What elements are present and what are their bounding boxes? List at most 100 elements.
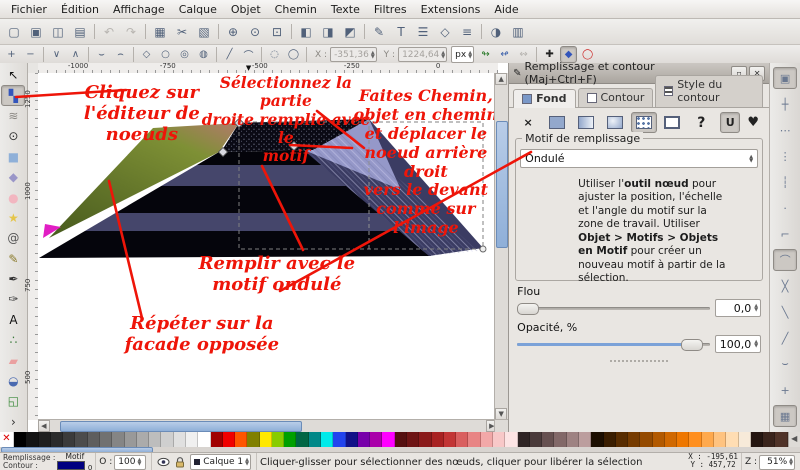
draw-dialog-icon[interactable]: ✎	[369, 22, 389, 42]
connector-tool[interactable]: ◱	[1, 391, 25, 411]
delete-segment-icon[interactable]: ⌢	[112, 46, 129, 63]
palette-swatch[interactable]	[272, 432, 284, 447]
palette-swatch[interactable]	[223, 432, 235, 447]
selector-tool[interactable]: ↖	[1, 65, 25, 85]
snap-toggle-icon[interactable]: ▣	[773, 67, 797, 89]
text-dialog-icon[interactable]: T	[391, 22, 411, 42]
palette-swatch[interactable]	[75, 432, 87, 447]
palette-swatch[interactable]	[505, 432, 517, 447]
layers-dialog-icon[interactable]: ☰	[413, 22, 433, 42]
blur-slider[interactable]	[517, 302, 710, 314]
palette-swatch[interactable]	[370, 432, 382, 447]
palette-swatch[interactable]	[726, 432, 738, 447]
palette-swatch[interactable]	[125, 432, 137, 447]
palette-swatch[interactable]	[260, 432, 272, 447]
fill-stroke-indicator[interactable]: Remplissage : Contour : Motif 0	[0, 453, 96, 470]
palette-swatch[interactable]	[346, 432, 358, 447]
palette-scroll-left-icon[interactable]: ◀	[788, 432, 800, 447]
palette-swatch[interactable]	[456, 432, 468, 447]
palette-swatch[interactable]	[628, 432, 640, 447]
new-document-icon[interactable]: ▢	[4, 22, 24, 42]
ellipse-tool[interactable]: ●	[1, 187, 25, 207]
vertical-scrollbar[interactable]: ▲ ▼	[494, 73, 508, 420]
align-dialog-icon[interactable]: ≡	[457, 22, 477, 42]
palette-swatch[interactable]	[333, 432, 345, 447]
toolbox-overflow[interactable]: ›	[1, 412, 25, 432]
opacity-slider-knob[interactable]	[681, 339, 703, 351]
palette-swatch[interactable]	[677, 432, 689, 447]
symmetric-node-icon[interactable]: ◎	[176, 46, 193, 63]
xml-editor-icon[interactable]: ◇	[435, 22, 455, 42]
opacity-spinbox[interactable]: 100,0 ▲▼	[715, 335, 761, 353]
palette-swatch[interactable]	[247, 432, 259, 447]
palette-swatch[interactable]	[542, 432, 554, 447]
tab-contour[interactable]: Contour	[578, 88, 654, 107]
snap-cusp-nodes-icon[interactable]: ╲	[773, 301, 797, 323]
palette-swatch[interactable]	[653, 432, 665, 447]
palette-swatch[interactable]	[775, 432, 787, 447]
palette-swatch[interactable]	[284, 432, 296, 447]
horizontal-scrollbar[interactable]: ◀ ▶	[38, 419, 498, 432]
palette-swatch[interactable]	[14, 432, 26, 447]
no-paint-button[interactable]: ×	[515, 112, 541, 133]
clone-icon[interactable]: ◨	[318, 22, 338, 42]
layer-selector[interactable]: Calque 1 ▲▼	[190, 454, 251, 470]
palette-swatch[interactable]	[751, 432, 763, 447]
fill-indicator-value[interactable]: Motif	[57, 453, 92, 461]
paste-icon[interactable]: ▧	[194, 22, 214, 42]
palette-swatch[interactable]	[567, 432, 579, 447]
palette-swatch[interactable]	[211, 432, 223, 447]
menu-affichage[interactable]: Affichage	[106, 1, 172, 17]
blur-spinbox[interactable]: 0,0 ▲▼	[715, 299, 761, 317]
palette-swatch[interactable]	[63, 432, 75, 447]
menu-chemin[interactable]: Chemin	[268, 1, 324, 17]
unknown-paint-button[interactable]: ?	[688, 112, 714, 133]
zoom-drawing-icon[interactable]: ⊙	[245, 22, 265, 42]
palette-swatch[interactable]	[51, 432, 63, 447]
smooth-node-icon[interactable]: ○	[157, 46, 174, 63]
palette-swatch[interactable]	[407, 432, 419, 447]
segment-line-icon[interactable]: ╱	[221, 46, 238, 63]
open-document-icon[interactable]: ▣	[26, 22, 46, 42]
panel-resize-grip[interactable]	[609, 359, 669, 364]
pencil-tool[interactable]: ✎	[1, 249, 25, 269]
palette-swatch[interactable]	[518, 432, 530, 447]
unlink-clone-icon[interactable]: ◩	[340, 22, 360, 42]
palette-swatch[interactable]	[702, 432, 714, 447]
insert-node-icon[interactable]: +	[3, 46, 20, 63]
palette-swatch[interactable]	[149, 432, 161, 447]
palette-swatch[interactable]	[39, 432, 51, 447]
bucket-tool[interactable]: ◒	[1, 371, 25, 391]
tab-fond[interactable]: Fond	[513, 89, 575, 108]
radial-gradient-button[interactable]	[602, 112, 628, 133]
blur-slider-knob[interactable]	[517, 303, 539, 315]
palette-swatch[interactable]	[26, 432, 38, 447]
snap-page-border-icon[interactable]: ▦	[773, 405, 797, 427]
join-segment-icon[interactable]: ⌣	[93, 46, 110, 63]
palette-swatch[interactable]	[358, 432, 370, 447]
unit-selector[interactable]: px ▲▼	[451, 46, 474, 63]
horizontal-scrollbar-thumb[interactable]	[60, 421, 302, 432]
spray-tool[interactable]: ∴	[1, 330, 25, 350]
palette-swatch[interactable]	[468, 432, 480, 447]
palette-swatch[interactable]	[665, 432, 677, 447]
fill-stroke-dialog-icon[interactable]: ◑	[486, 22, 506, 42]
star-tool[interactable]: ★	[1, 208, 25, 228]
tweak-tool[interactable]: ≋	[1, 106, 25, 126]
menu-calque[interactable]: Calque	[172, 1, 224, 17]
zoom-page-icon[interactable]: ⊡	[267, 22, 287, 42]
palette-swatch[interactable]	[739, 432, 751, 447]
rectangle-tool[interactable]: ■	[1, 147, 25, 167]
fillrule-nonzero-button[interactable]: ♥	[743, 112, 763, 133]
opacity-slider[interactable]	[517, 338, 710, 350]
pattern-button[interactable]	[631, 112, 657, 133]
drawing-page[interactable]: Cliquez sur l'éditeur de noeudsSélection…	[38, 73, 498, 420]
join-node-icon[interactable]: ∧	[67, 46, 84, 63]
auto-node-icon[interactable]: ◍	[195, 46, 212, 63]
swatch-button[interactable]	[660, 112, 686, 133]
palette-swatch[interactable]	[112, 432, 124, 447]
menu-texte[interactable]: Texte	[324, 1, 367, 17]
layer-lock-icon[interactable]	[175, 457, 185, 468]
palette-swatch[interactable]	[714, 432, 726, 447]
print-icon[interactable]: ▤	[70, 22, 90, 42]
